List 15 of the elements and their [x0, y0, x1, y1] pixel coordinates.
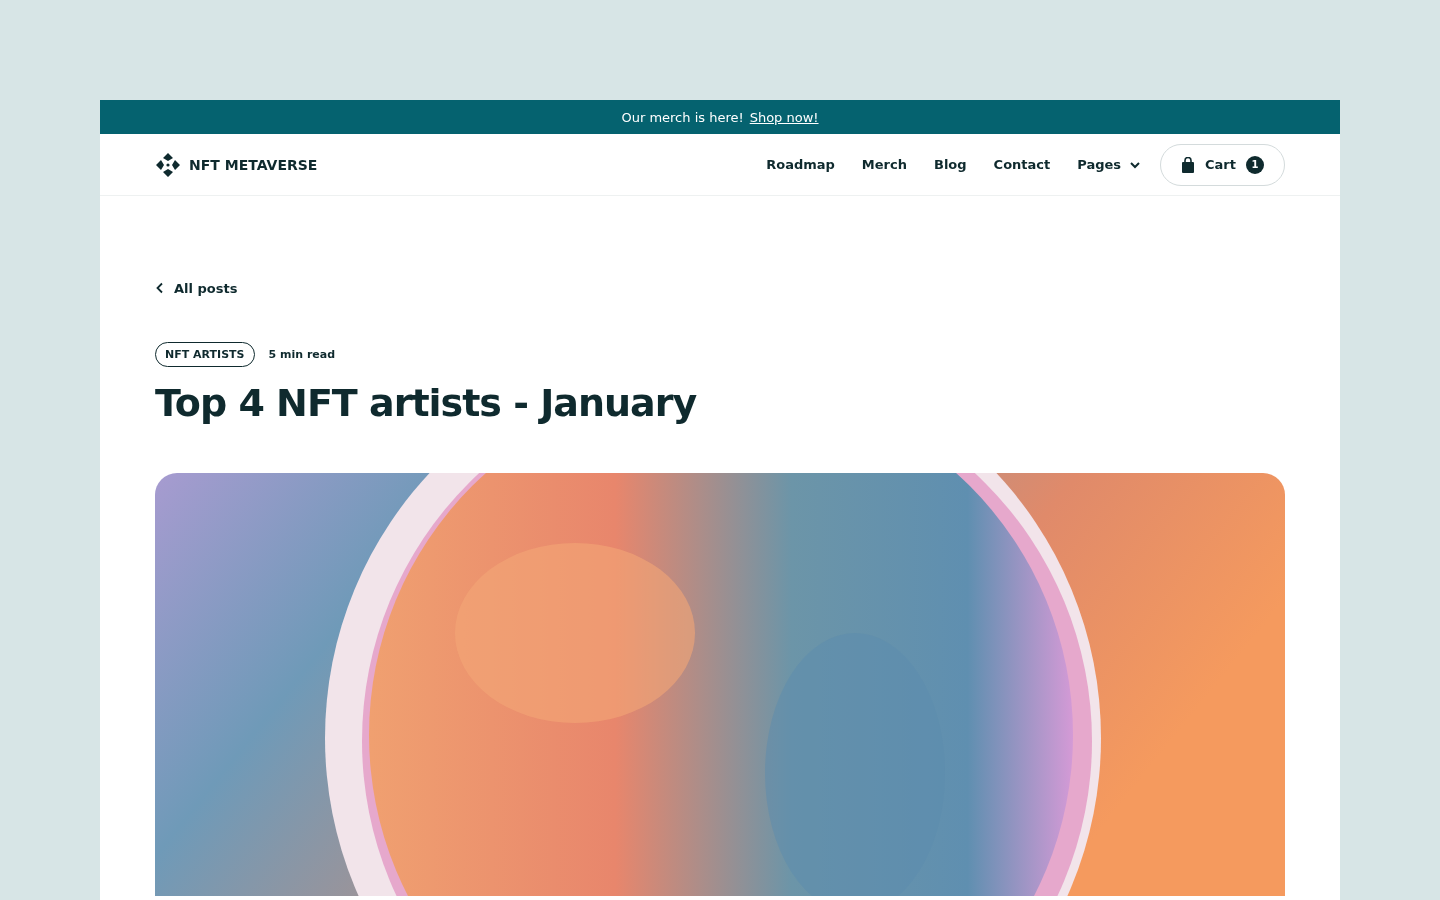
logo-text: NFT METAVERSE	[189, 156, 318, 173]
post-title: Top 4 NFT artists - January	[155, 380, 698, 427]
logo-icon	[155, 151, 181, 178]
read-time: 5 min read	[268, 348, 336, 361]
nav-link[interactable]: Blog	[934, 157, 967, 172]
nav-link[interactable]: Contact	[993, 157, 1051, 172]
nav-dropdown[interactable]: Pages	[1077, 157, 1142, 172]
cart-button[interactable]: Cart 1	[1160, 143, 1285, 186]
nav-link[interactable]: Merch	[861, 157, 907, 172]
shop-link[interactable]: Shop now!	[749, 109, 819, 125]
back-link[interactable]: All posts	[155, 280, 238, 296]
chevron-left-icon	[155, 282, 165, 294]
cart-count-badge: 1	[1246, 155, 1264, 174]
announcement-text: Our merch is here!	[621, 109, 744, 125]
nav-link[interactable]: Roadmap	[766, 157, 835, 172]
